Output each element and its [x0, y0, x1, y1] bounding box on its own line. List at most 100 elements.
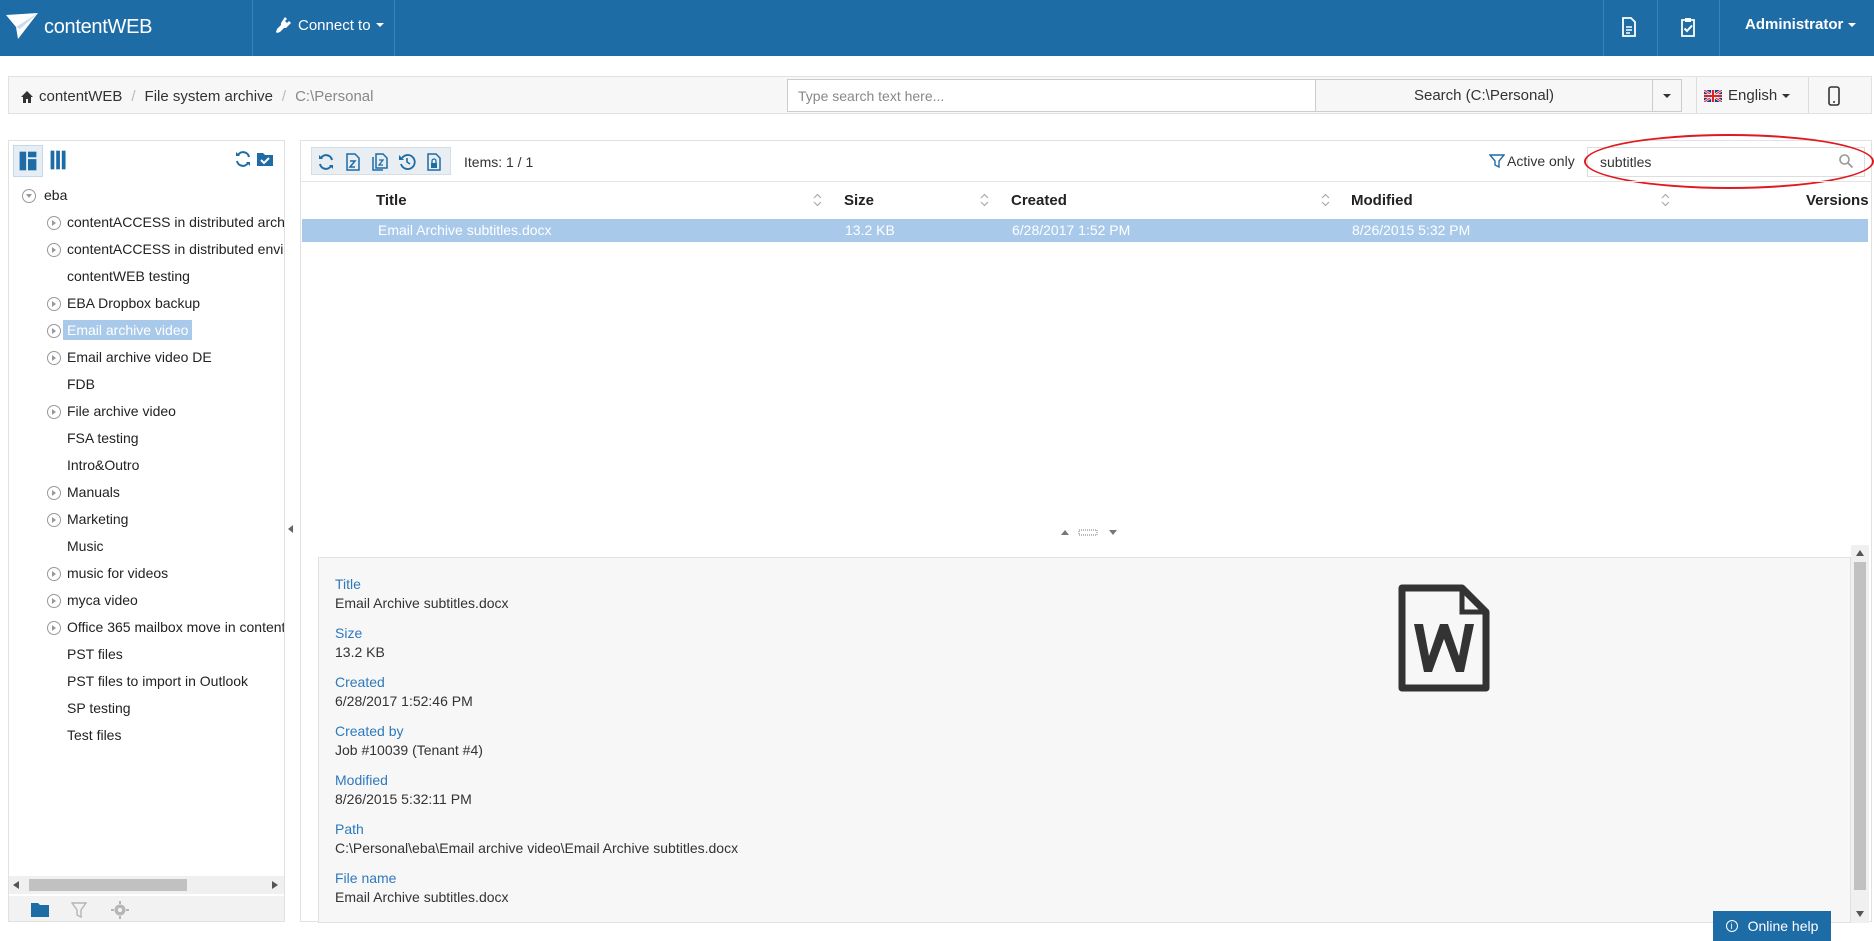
expand-toggle-icon[interactable]: [47, 594, 61, 608]
home-icon[interactable]: [21, 90, 33, 103]
tree-item[interactable]: myca video: [9, 589, 284, 613]
scroll-right-icon[interactable]: [272, 881, 278, 889]
table-row[interactable]: Email Archive subtitles.docx 13.2 KB 6/2…: [302, 219, 1868, 242]
expand-toggle-icon[interactable]: [47, 513, 61, 527]
tree-item[interactable]: Intro&Outro: [9, 454, 284, 478]
tree-item[interactable]: contentWEB testing: [9, 265, 284, 289]
search-input[interactable]: [787, 79, 1316, 112]
app-name: contentWEB: [44, 15, 153, 38]
expand-toggle-icon[interactable]: [47, 405, 61, 419]
tree-item[interactable]: Music: [9, 535, 284, 559]
tree-item[interactable]: PST files to import in Outlook: [9, 670, 284, 694]
clipboard-check-icon[interactable]: [1677, 16, 1699, 38]
sort-icon[interactable]: [980, 193, 989, 207]
column-header-size[interactable]: Size: [844, 192, 874, 209]
sort-icon[interactable]: [813, 193, 822, 207]
tree-item[interactable]: Email archive video: [9, 319, 284, 343]
tree-item[interactable]: Test files: [9, 724, 284, 748]
tree-item[interactable]: FSA testing: [9, 427, 284, 451]
divider: [1808, 77, 1809, 113]
tree-view-button[interactable]: [13, 145, 43, 177]
horizontal-scrollbar[interactable]: [9, 876, 284, 894]
tree-item-label: Marketing: [67, 511, 129, 527]
expand-toggle-icon[interactable]: [47, 324, 61, 338]
file-lock-icon[interactable]: [425, 153, 443, 171]
breadcrumb-item[interactable]: contentWEB: [39, 88, 122, 105]
tree-item[interactable]: Email archive video DE: [9, 346, 284, 370]
folder-check-icon[interactable]: [256, 150, 274, 168]
tree-item[interactable]: contentACCESS in distributed enviro: [9, 238, 284, 262]
tree-root[interactable]: eba: [9, 184, 284, 208]
cell-size: 13.2 KB: [845, 222, 895, 238]
folder-icon[interactable]: [31, 902, 49, 918]
refresh-icon[interactable]: [234, 150, 252, 168]
user-menu[interactable]: Administrator: [1745, 16, 1857, 33]
online-help-button[interactable]: i Online help: [1713, 911, 1831, 941]
collapse-toggle-icon[interactable]: [22, 189, 36, 203]
column-header-versions[interactable]: Versions: [1806, 192, 1869, 209]
search-button[interactable]: Search (C:\Personal): [1315, 79, 1653, 112]
tree-item-label: Manuals: [67, 484, 120, 500]
expand-toggle-icon[interactable]: [47, 243, 61, 257]
expand-toggle-icon[interactable]: [47, 297, 61, 311]
zip-multiple-icon[interactable]: [371, 153, 389, 171]
scrollbar-thumb[interactable]: [1854, 562, 1866, 890]
breadcrumb-item[interactable]: File system archive: [145, 88, 273, 105]
zip-file-icon[interactable]: [344, 153, 362, 171]
tree-item[interactable]: FDB: [9, 373, 284, 397]
sort-icon[interactable]: [1321, 193, 1330, 207]
refresh-icon[interactable]: [317, 153, 335, 171]
scroll-left-icon[interactable]: [13, 881, 19, 889]
column-header-modified[interactable]: Modified: [1351, 192, 1413, 209]
mobile-view-icon[interactable]: [1826, 86, 1842, 106]
detail-label: Created by: [335, 723, 404, 739]
column-header-created[interactable]: Created: [1011, 192, 1067, 209]
history-icon[interactable]: [398, 153, 416, 171]
scroll-up-icon[interactable]: [1856, 550, 1864, 556]
tree-item-label: Music: [67, 538, 104, 554]
resize-handle[interactable]: [1061, 527, 1121, 537]
expand-toggle-icon[interactable]: [47, 216, 61, 230]
chevron-down-icon: [1782, 93, 1791, 98]
tree-item-label: File archive video: [67, 403, 176, 419]
folder-tree-panel: eba contentACCESS in distributed archive…: [8, 140, 285, 922]
expand-toggle-icon[interactable]: [47, 567, 61, 581]
info-icon: i: [1725, 920, 1738, 932]
navbar-divider: [1657, 0, 1658, 56]
gear-icon[interactable]: [111, 901, 129, 919]
tree-item[interactable]: SP testing: [9, 697, 284, 721]
sort-icon[interactable]: [1661, 193, 1670, 207]
scrollbar-thumb[interactable]: [29, 879, 187, 891]
tree-item[interactable]: PST files: [9, 643, 284, 667]
tree-item[interactable]: Manuals: [9, 481, 284, 505]
search-icon[interactable]: [1838, 153, 1854, 169]
vertical-scrollbar[interactable]: [1851, 545, 1869, 923]
expand-toggle-icon[interactable]: [47, 351, 61, 365]
tree-item[interactable]: File archive video: [9, 400, 284, 424]
column-header-title[interactable]: Title: [376, 192, 407, 209]
app-logo[interactable]: contentWEB: [6, 12, 152, 42]
document-icon[interactable]: [1618, 16, 1640, 38]
navbar-divider: [1603, 0, 1604, 56]
collapse-left-panel-icon[interactable]: [288, 525, 293, 533]
tree-item[interactable]: Marketing: [9, 508, 284, 532]
language-selector[interactable]: English: [1704, 79, 1791, 112]
detail-value: Job #10039 (Tenant #4): [335, 742, 483, 758]
expand-toggle-icon[interactable]: [47, 621, 61, 635]
tree-item[interactable]: contentACCESS in distributed archive: [9, 211, 284, 235]
breadcrumb-separator: /: [281, 88, 287, 105]
scroll-down-icon[interactable]: [1856, 911, 1864, 917]
breadcrumb-separator: /: [131, 88, 136, 105]
tree-item[interactable]: Office 365 mailbox move in contentA: [9, 616, 284, 640]
tree-item[interactable]: music for videos: [9, 562, 284, 586]
connect-to-menu[interactable]: Connect to: [274, 16, 384, 34]
filter-icon[interactable]: [71, 902, 87, 918]
chevron-down-icon: [375, 23, 384, 27]
columns-view-button[interactable]: [45, 145, 75, 177]
active-only-filter[interactable]: Active only: [1489, 153, 1575, 169]
grid-filter-input[interactable]: [1587, 147, 1865, 177]
expand-toggle-icon[interactable]: [47, 486, 61, 500]
tree-root-label: eba: [44, 187, 68, 203]
tree-item[interactable]: EBA Dropbox backup: [9, 292, 284, 316]
search-options-dropdown[interactable]: [1652, 79, 1682, 112]
